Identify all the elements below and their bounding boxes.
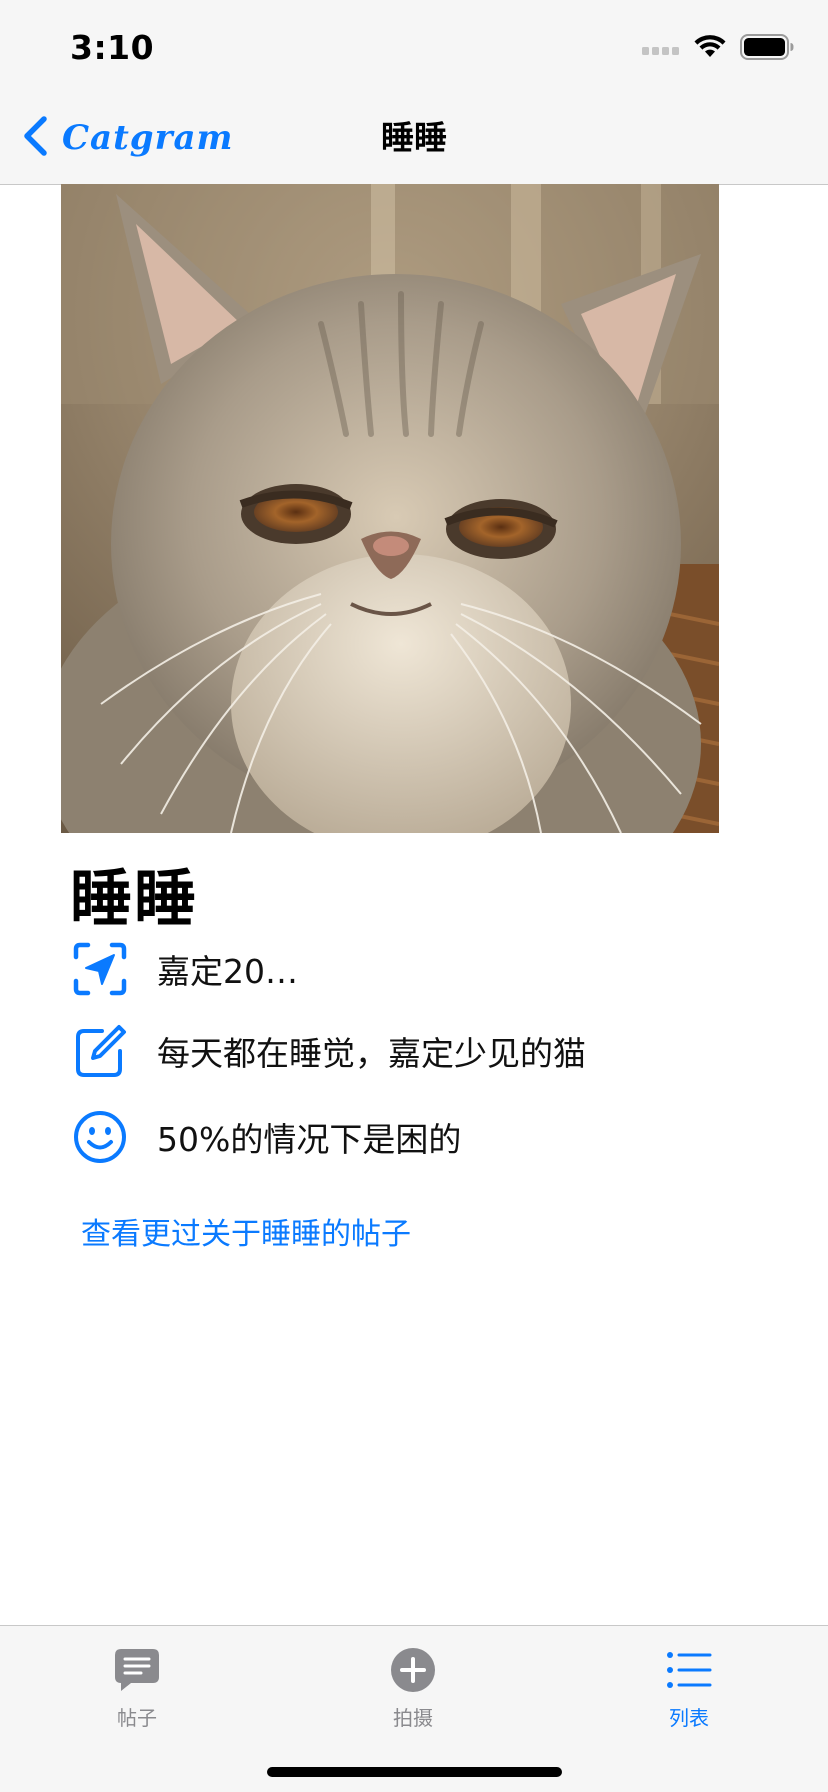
chevron-left-icon <box>22 116 48 160</box>
screen: 3:10 睡睡 Catgram 睡睡 嘉定20… 每天都在睡觉，嘉定少见的猫 5… <box>0 0 828 1792</box>
status-time: 3:10 <box>70 28 155 67</box>
status-bar: 3:10 <box>0 0 828 92</box>
tab-posts[interactable]: 帖子 <box>57 1642 217 1752</box>
list-icon <box>666 1642 712 1698</box>
status-icons <box>642 34 794 64</box>
description-text: 每天都在睡觉，嘉定少见的猫 <box>157 1034 586 1073</box>
back-button[interactable]: Catgram <box>22 92 234 184</box>
tab-shoot[interactable]: 拍摄 <box>333 1642 493 1752</box>
cellular-signal-icon <box>642 40 680 59</box>
battery-icon <box>740 34 794 64</box>
description-row: 每天都在睡觉，嘉定少见的猫 <box>70 1019 770 1083</box>
tab-bar: 帖子 拍摄 列表 <box>0 1625 828 1792</box>
tab-shoot-label: 拍摄 <box>393 1706 433 1730</box>
cat-name-heading: 睡睡 <box>70 862 199 935</box>
location-text: 嘉定20… <box>157 952 298 991</box>
cat-photo <box>61 184 719 833</box>
mood-row: 50%的情况下是困的 <box>70 1105 770 1169</box>
navigation-bar: 睡睡 Catgram <box>0 92 828 185</box>
tab-posts-label: 帖子 <box>117 1706 157 1730</box>
mood-text: 50%的情况下是困的 <box>157 1120 462 1159</box>
tab-list[interactable]: 列表 <box>609 1642 769 1752</box>
wifi-icon <box>694 35 726 63</box>
location-row: 嘉定20… <box>70 937 770 1001</box>
home-indicator <box>267 1767 562 1777</box>
message-bubble-icon <box>113 1642 161 1698</box>
smiley-icon <box>70 1107 130 1167</box>
plus-circle-icon <box>390 1642 436 1698</box>
more-posts-link[interactable]: 查看更过关于睡睡的帖子 <box>81 1209 411 1253</box>
tab-list-label: 列表 <box>669 1706 709 1730</box>
location-viewfinder-icon <box>70 939 130 999</box>
square-pencil-icon <box>70 1021 130 1081</box>
back-button-label: Catgram <box>62 118 234 158</box>
